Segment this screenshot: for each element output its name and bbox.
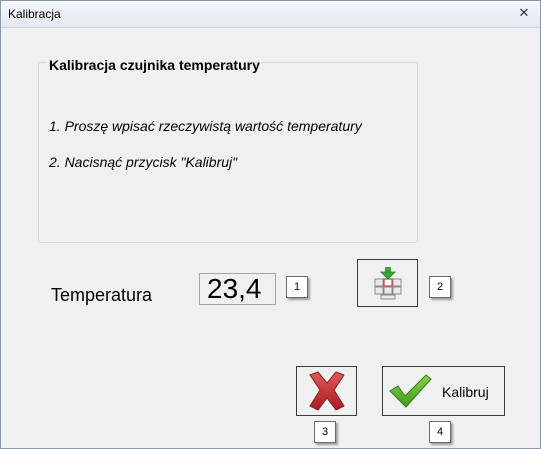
calibration-groupbox: Kalibracja czujnika temperatury 1. Prosz… (38, 57, 418, 243)
groupbox-title: Kalibracja czujnika temperatury (47, 57, 262, 73)
red-x-icon (309, 371, 345, 411)
close-button[interactable]: ✕ (516, 6, 532, 20)
annotation-tag-3: 3 (314, 421, 336, 443)
annotation-tag-4: 4 (429, 421, 451, 443)
calibrate-button[interactable]: Kalibruj (382, 366, 505, 416)
annotation-tag-1: 1 (286, 276, 308, 298)
cancel-button[interactable] (296, 366, 357, 416)
calibration-dialog: Kalibracja ✕ Kalibracja czujnika tempera… (0, 0, 541, 449)
calibrate-button-label: Kalibruj (442, 384, 489, 400)
temperature-label: Temperatura (51, 285, 153, 305)
instruction-step-1: 1. Proszę wpisać rzeczywistą wartość tem… (49, 118, 362, 134)
green-checkmark-icon (389, 374, 432, 408)
temperature-input[interactable] (199, 273, 276, 305)
instruction-step-2: 2. Nacisnąć przycisk "Kalibruj" (49, 154, 238, 170)
title-bar: Kalibracja ✕ (1, 1, 540, 28)
annotation-tag-2: 2 (429, 276, 451, 298)
keyboard-download-icon (374, 267, 402, 300)
window-title: Kalibracja (8, 7, 61, 21)
read-temperature-button[interactable] (357, 259, 418, 307)
